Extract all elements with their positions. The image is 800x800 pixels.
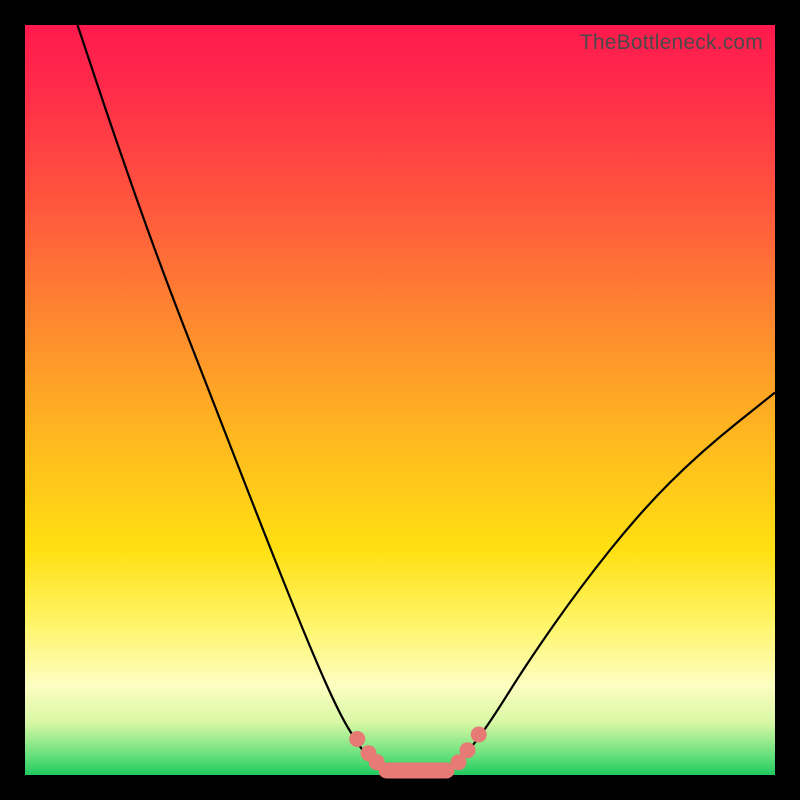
chart-frame: TheBottleneck.com	[0, 0, 800, 800]
plot-area: TheBottleneck.com	[25, 25, 775, 775]
marker-dot-0	[349, 731, 365, 747]
marker-capsule-3	[379, 763, 455, 779]
series-right-curve	[438, 393, 776, 772]
curves-group	[78, 25, 776, 771]
markers-group	[349, 727, 487, 779]
marker-dot-5	[460, 742, 476, 758]
curve-layer	[25, 25, 775, 775]
series-left-curve	[78, 25, 401, 771]
marker-dot-6	[471, 727, 487, 743]
